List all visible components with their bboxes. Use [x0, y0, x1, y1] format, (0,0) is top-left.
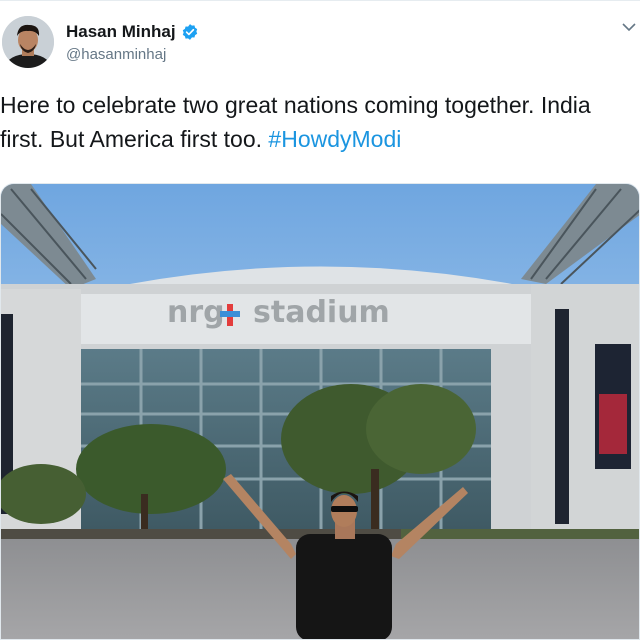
author-block: Hasan Minhaj @hasanminhaj — [66, 20, 199, 63]
avatar[interactable] — [2, 16, 54, 68]
hashtag-link[interactable]: #HowdyModi — [268, 126, 401, 152]
sign-nrg: nrg — [167, 295, 225, 330]
divider — [0, 0, 640, 1]
author-name[interactable]: Hasan Minhaj — [66, 22, 176, 42]
author-handle[interactable]: @hasanminhaj — [66, 46, 199, 63]
verified-badge-icon — [182, 24, 197, 40]
stadium-photo: nrg stadium — [1, 184, 639, 639]
sign-stadium: stadium — [253, 295, 390, 330]
chevron-down-icon[interactable] — [622, 22, 636, 32]
tweet-text: Here to celebrate two great nations comi… — [0, 88, 636, 156]
tweet-photo[interactable]: nrg stadium — [0, 183, 640, 640]
tweet-card: Hasan Minhaj @hasanminhaj Here to celebr… — [0, 0, 640, 640]
